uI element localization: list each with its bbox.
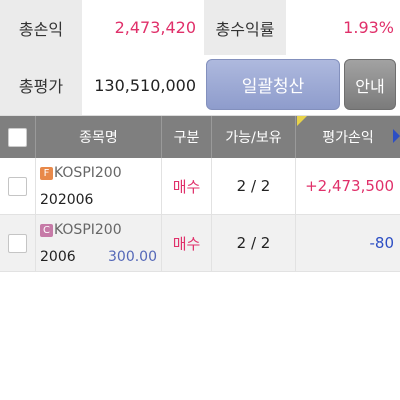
strike-price: 300.00 bbox=[108, 249, 157, 265]
scroll-right-icon[interactable] bbox=[393, 129, 400, 143]
futures-badge-icon: F bbox=[40, 166, 53, 180]
instrument-name: KOSPI200 bbox=[54, 165, 122, 181]
select-all-checkbox[interactable] bbox=[8, 127, 27, 147]
total-valuation-value: 130,510,000 bbox=[94, 75, 196, 95]
row-select-cell[interactable] bbox=[0, 215, 36, 271]
total-return-label: 총수익률 bbox=[204, 0, 286, 55]
pnl-cell: +2,473,500 bbox=[305, 177, 394, 195]
qty-cell: 2 / 2 bbox=[212, 215, 296, 271]
instrument-code: 2006 bbox=[40, 249, 76, 265]
total-pnl-value: 2,473,420 bbox=[114, 18, 196, 37]
summary-row-valuation: 총평가 130,510,000 bbox=[0, 55, 400, 116]
pnl-cell: -80 bbox=[369, 234, 395, 252]
call-option-badge-icon: C bbox=[40, 223, 53, 237]
instrument-name: KOSPI200 bbox=[54, 222, 122, 238]
summary-row-pnl: 총손익 2,473,420 총수익률 1.93% bbox=[0, 0, 400, 55]
total-pnl-label: 총손익 bbox=[0, 0, 82, 55]
settle-all-button[interactable]: 일괄청산 bbox=[206, 59, 340, 110]
side-cell: 매수 bbox=[162, 215, 212, 271]
qty-cell: 2 / 2 bbox=[212, 158, 296, 214]
col-qty-header: 가능/보유 bbox=[212, 116, 296, 158]
instrument-code: 202006 bbox=[40, 192, 94, 208]
instrument-cell: C KOSPI200 2006 300.00 bbox=[36, 215, 162, 271]
instrument-cell: F KOSPI200 202006 bbox=[36, 158, 162, 214]
side-cell: 매수 bbox=[162, 158, 212, 214]
table-row[interactable]: C KOSPI200 2006 300.00 매수 2 / 2 -80 bbox=[0, 215, 400, 272]
select-all-cell[interactable] bbox=[0, 116, 36, 158]
col-side-header: 구분 bbox=[162, 116, 212, 158]
info-button[interactable]: 안내 bbox=[344, 59, 396, 110]
row-checkbox[interactable] bbox=[8, 233, 27, 253]
row-checkbox[interactable] bbox=[8, 176, 27, 196]
col-pnl-header[interactable]: 평가손익 bbox=[296, 116, 400, 158]
col-name-header: 종목명 bbox=[36, 116, 162, 158]
table-row[interactable]: F KOSPI200 202006 매수 2 / 2 +2,473,500 bbox=[0, 158, 400, 215]
sort-flag-icon bbox=[297, 116, 307, 126]
total-valuation-label: 총평가 bbox=[0, 55, 82, 115]
table-header: 종목명 구분 가능/보유 평가손익 bbox=[0, 116, 400, 158]
total-return-value: 1.93% bbox=[343, 18, 394, 37]
row-select-cell[interactable] bbox=[0, 158, 36, 214]
